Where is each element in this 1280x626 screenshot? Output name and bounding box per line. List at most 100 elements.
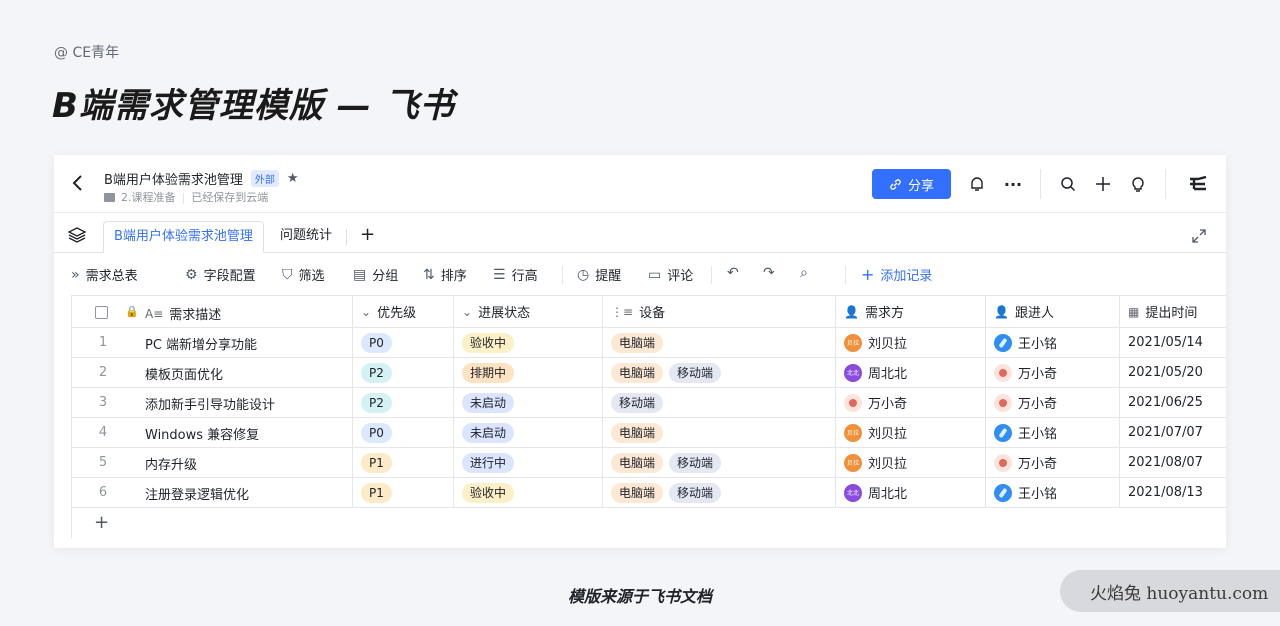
device-cell[interactable]: 移动端 (603, 388, 836, 417)
remind-button[interactable]: ◷ 提醒 (577, 265, 621, 285)
row-height-button[interactable]: ☰ 行高 (493, 265, 538, 285)
requester-cell[interactable]: 万小奇 (836, 388, 986, 417)
find-button[interactable]: ⌕ (800, 265, 808, 281)
column-header-requester[interactable]: 👤 需求方 (836, 296, 986, 327)
device-cell[interactable]: 电脑端 移动端 (603, 448, 836, 477)
add-tab-icon[interactable]: + (360, 225, 375, 245)
priority-cell[interactable]: P0 (353, 328, 454, 357)
priority-cell[interactable]: P0 (353, 418, 454, 447)
follower-cell[interactable]: 王小铭 (986, 478, 1120, 507)
table-row[interactable]: 6 注册登录逻辑优化 P1 验收中 电脑端 移动端 北北 周北北 王小铭 2021/… (72, 478, 1226, 508)
comment-button[interactable]: ▭ 评论 (648, 265, 693, 285)
priority-cell[interactable]: P1 (353, 448, 454, 477)
follower-cell[interactable]: 王小铭 (986, 418, 1120, 447)
device-tag: 电脑端 (611, 332, 664, 353)
group-button[interactable]: ▤ 分组 (353, 265, 398, 285)
select-all-checkbox[interactable] (95, 306, 108, 319)
sort-button[interactable]: ⇅ 排序 (423, 265, 467, 285)
follower-cell[interactable]: 万小奇 (986, 388, 1120, 417)
date-cell[interactable]: 2021/08/07 (1120, 448, 1226, 477)
star-icon[interactable]: ★ (287, 171, 299, 186)
table-row[interactable]: 2 模板页面优化 P2 排期中 电脑端 移动端 北北 周北北 万小奇 2021/05… (72, 358, 1226, 388)
description-cell[interactable]: 3 添加新手引导功能设计 (72, 388, 353, 417)
column-header-priority[interactable]: ⌄ 优先级 (353, 296, 454, 327)
filter-icon: ⛉ (282, 266, 293, 283)
requester-cell[interactable]: 贝拉 刘贝拉 (836, 448, 986, 477)
search-icon[interactable] (1058, 174, 1078, 194)
folder-name[interactable]: 2.课程准备 (121, 189, 176, 205)
redo-button[interactable]: ↷ (763, 265, 775, 281)
lightbulb-icon[interactable] (1128, 174, 1148, 194)
follower-cell[interactable]: 万小奇 (986, 448, 1120, 477)
date-cell[interactable]: 2021/05/20 (1120, 358, 1226, 387)
tab-issue-stats[interactable]: 问题统计 (280, 221, 332, 251)
folder-icon (104, 192, 115, 202)
date-text: 2021/08/13 (1128, 485, 1203, 500)
device-cell[interactable]: 电脑端 移动端 (603, 358, 836, 387)
device-cell[interactable]: 电脑端 移动端 (603, 478, 836, 507)
group-icon: ▤ (353, 266, 367, 283)
status-cell[interactable]: 验收中 (454, 328, 603, 357)
status-cell[interactable]: 未启动 (454, 388, 603, 417)
date-cell[interactable]: 2021/07/07 (1120, 418, 1226, 447)
description-cell[interactable]: 5 内存升级 (72, 448, 353, 477)
device-tag: 移动端 (669, 452, 722, 473)
back-arrow-icon[interactable] (70, 173, 86, 193)
filter-button[interactable]: ⛉ 筛选 (282, 265, 325, 285)
tab-demand-pool[interactable]: B端用户体验需求池管理 (103, 221, 264, 253)
add-record-button[interactable]: + 添加记录 (861, 265, 932, 284)
bell-icon[interactable] (967, 174, 987, 194)
share-button[interactable]: 分享 (872, 169, 951, 199)
column-header-device[interactable]: ⋮≡ 设备 (603, 296, 836, 327)
requester-cell[interactable]: 贝拉 刘贝拉 (836, 418, 986, 447)
date-cell[interactable]: 2021/05/14 (1120, 328, 1226, 357)
device-tag: 电脑端 (611, 422, 664, 443)
add-row[interactable]: + (72, 508, 1226, 538)
table-row[interactable]: 1 PC 端新增分享功能 P0 验收中 电脑端 贝拉 刘贝拉 王小铭 2021/0… (72, 328, 1226, 358)
date-cell[interactable]: 2021/08/13 (1120, 478, 1226, 507)
follower-name: 王小铭 (1018, 337, 1058, 352)
date-cell[interactable]: 2021/06/25 (1120, 388, 1226, 417)
undo-button[interactable]: ↶ (727, 265, 739, 281)
plus-icon[interactable] (1093, 174, 1113, 194)
table-row[interactable]: 4 Windows 兼容修复 P0 未启动 电脑端 贝拉 刘贝拉 王小铭 2021… (72, 418, 1226, 448)
requester-cell[interactable]: 贝拉 刘贝拉 (836, 328, 986, 357)
feishu-logo-icon[interactable] (1187, 174, 1209, 194)
description-cell[interactable]: 4 Windows 兼容修复 (72, 418, 353, 447)
table-row[interactable]: 3 添加新手引导功能设计 P2 未启动 移动端 万小奇 万小奇 2021/06/… (72, 388, 1226, 418)
column-header-status[interactable]: ⌄ 进展状态 (454, 296, 603, 327)
author-label: @ CE青年 (54, 45, 120, 61)
follower-cell[interactable]: 王小铭 (986, 328, 1120, 357)
column-header-description[interactable]: 🔒 A≡ 需求描述 (72, 296, 353, 327)
status-cell[interactable]: 进行中 (454, 448, 603, 477)
row-number: 2 (98, 365, 108, 380)
more-icon[interactable]: ··· (1003, 174, 1023, 194)
requester-cell[interactable]: 北北 周北北 (836, 358, 986, 387)
table-row[interactable]: 5 内存升级 P1 进行中 电脑端 移动端 贝拉 刘贝拉 万小奇 2021/08/0… (72, 448, 1226, 478)
doc-title: B端用户体验需求池管理 外部 ★ (104, 169, 299, 188)
priority-cell[interactable]: P2 (353, 388, 454, 417)
priority-cell[interactable]: P2 (353, 358, 454, 387)
field-config-button[interactable]: ⚙ 字段配置 (185, 265, 256, 285)
status-cell[interactable]: 验收中 (454, 478, 603, 507)
description-cell[interactable]: 6 注册登录逻辑优化 (72, 478, 353, 507)
row-height-icon: ☰ (493, 266, 506, 283)
device-cell[interactable]: 电脑端 (603, 418, 836, 447)
device-cell[interactable]: 电脑端 (603, 328, 836, 357)
priority-cell[interactable]: P1 (353, 478, 454, 507)
table-tabs: B端用户体验需求池管理 问题统计 + (54, 213, 1226, 253)
status-cell[interactable]: 排期中 (454, 358, 603, 387)
view-switcher[interactable]: » 需求总表 (71, 265, 138, 285)
expand-icon[interactable] (1192, 229, 1206, 243)
follower-cell[interactable]: 万小奇 (986, 358, 1120, 387)
column-header-follower[interactable]: 👤 跟进人 (986, 296, 1120, 327)
multi-select-icon: ⋮≡ (611, 304, 634, 319)
description-cell[interactable]: 2 模板页面优化 (72, 358, 353, 387)
share-label: 分享 (907, 178, 934, 194)
requester-cell[interactable]: 北北 周北北 (836, 478, 986, 507)
status-cell[interactable]: 未启动 (454, 418, 603, 447)
column-header-date[interactable]: ▦ 提出时间 (1120, 296, 1226, 327)
layers-icon[interactable] (68, 227, 86, 243)
avatar (844, 393, 862, 412)
description-cell[interactable]: 1 PC 端新增分享功能 (72, 328, 353, 357)
